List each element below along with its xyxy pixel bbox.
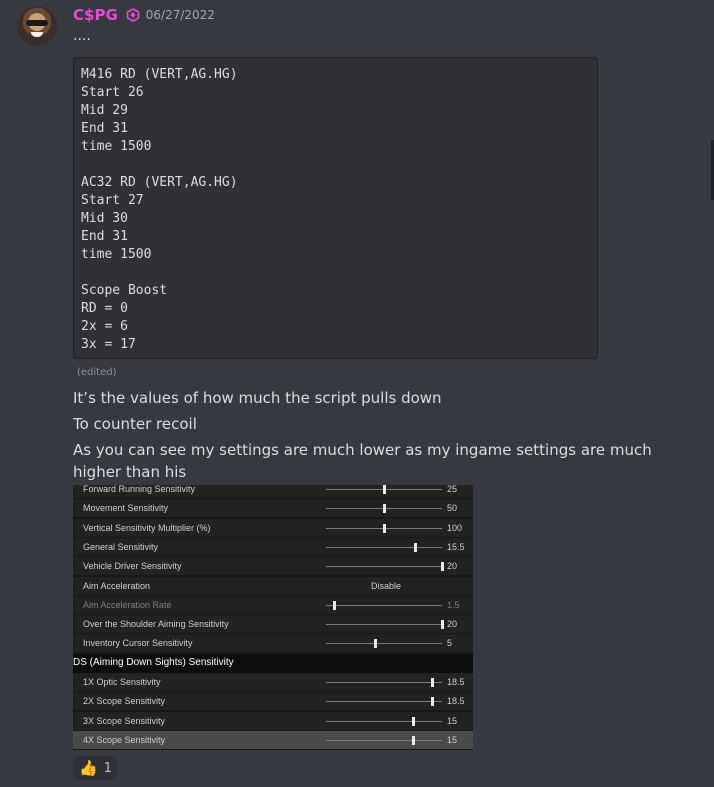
reaction-thumbs-up[interactable]: 👍 1: [73, 756, 117, 780]
message-text: ....: [73, 28, 91, 44]
setting-label: 2X Scope Sensitivity: [83, 696, 166, 707]
avatar[interactable]: [17, 6, 57, 46]
slider-knob: [411, 716, 415, 726]
slider-knob: [382, 485, 386, 494]
code-line: End 31: [81, 229, 128, 244]
settings-row: Vehicle Driver Sensitivity 20: [73, 557, 473, 577]
setting-label: Movement Sensitivity: [83, 503, 169, 514]
code-line: Mid 30: [81, 211, 128, 226]
slider-knob: [440, 620, 444, 630]
slider-track: [326, 643, 442, 645]
setting-label: Aim Acceleration: [83, 580, 151, 591]
setting-label: Vehicle Driver Sensitivity: [83, 561, 182, 572]
slider-track: [326, 604, 442, 606]
code-line: AC32 RD (VERT,AG.HG): [81, 175, 238, 190]
username[interactable]: C$PG: [73, 6, 118, 24]
section-header-label: DS (Aiming Down Sights) Sensitivity: [73, 656, 234, 668]
setting-value: 18.5: [447, 696, 465, 707]
settings-row: General Sensitivity 15.5: [73, 537, 473, 557]
setting-value: 100: [447, 522, 463, 533]
setting-label: Forward Running Sensitivity: [83, 485, 196, 494]
timestamp: 06/27/2022: [145, 8, 215, 22]
slider-track: [326, 701, 442, 703]
slider-knob: [332, 600, 336, 610]
slider-knob: [413, 542, 417, 552]
setting-value: 20: [447, 619, 458, 630]
settings-row: 2X Scope Sensitivity 18.5: [73, 692, 473, 712]
thumbs-up-icon: 👍: [79, 759, 98, 777]
setting-value: 1.5: [447, 599, 460, 610]
settings-row: Vertical Sensitivity Multiplier (%) 100: [73, 518, 473, 538]
slider-knob: [382, 523, 386, 533]
slider-knob: [431, 678, 435, 687]
code-line: End 31: [81, 121, 128, 136]
setting-label: Over the Shoulder Aiming Sensitivity: [83, 619, 229, 630]
code-line: Scope Boost: [81, 283, 168, 298]
settings-row: Over the Shoulder Aiming Sensitivity 20: [73, 615, 473, 635]
slider-track: [326, 739, 442, 741]
settings-row: Forward Running Sensitivity 25: [73, 485, 473, 499]
setting-value: 5: [447, 638, 453, 649]
settings-row: Aim Acceleration Rate 1.5: [73, 595, 473, 615]
slider-knob: [382, 504, 386, 514]
setting-value: 15: [447, 734, 458, 745]
code-line: 3x = 17: [81, 337, 136, 352]
message-text: To counter recoil: [73, 415, 197, 433]
code-line: Start 27: [81, 193, 144, 208]
slider-knob: [440, 562, 444, 572]
settings-row: 4X Scope Sensitivity 15: [73, 730, 473, 750]
avatar-mouth: [31, 32, 43, 37]
settings-row: Inventory Cursor Sensitivity 5: [73, 634, 473, 654]
setting-value: Disable: [371, 580, 402, 591]
settings-row: 1X Optic Sensitivity 18.5: [73, 673, 473, 692]
image-attachment[interactable]: DS (Aiming Down Sights) Sensitivity Forw…: [73, 485, 473, 750]
slider-knob: [431, 697, 435, 707]
setting-value: 50: [447, 503, 458, 514]
setting-label: General Sensitivity: [83, 541, 159, 552]
slider-track: [326, 720, 442, 722]
setting-value: 25: [447, 485, 458, 494]
setting-label: Inventory Cursor Sensitivity: [83, 638, 193, 649]
code-line: Start 26: [81, 85, 144, 100]
code-line: time 1500: [81, 247, 152, 262]
message-text: It’s the values of how much the script p…: [73, 389, 442, 407]
reaction-count: 1: [103, 760, 112, 776]
code-line: 2x = 6: [81, 319, 128, 334]
code-line: M416 RD (VERT,AG.HG): [81, 67, 238, 82]
code-line: time 1500: [81, 139, 152, 154]
setting-label: Aim Acceleration Rate: [83, 599, 172, 610]
code-line: RD = 0: [81, 301, 128, 316]
setting-label: 3X Scope Sensitivity: [83, 715, 166, 726]
settings-section-header: DS (Aiming Down Sights) Sensitivity: [73, 653, 473, 673]
setting-value: 15: [447, 715, 458, 726]
message-text: As you can see my settings are much lowe…: [73, 441, 652, 481]
setting-value: 15.5: [447, 541, 465, 552]
code-block: M416 RD (VERT,AG.HG) Start 26 Mid 29 End…: [73, 57, 598, 359]
setting-value: 18.5: [447, 677, 465, 687]
avatar-glasses: [26, 20, 48, 26]
message-header: C$PG 06/27/2022: [73, 5, 215, 25]
slider-track: [326, 682, 442, 683]
setting-label: 1X Optic Sensitivity: [83, 677, 161, 687]
code-line: Mid 29: [81, 103, 128, 118]
setting-label: 4X Scope Sensitivity: [83, 734, 166, 745]
settings-row: Movement Sensitivity 50: [73, 499, 473, 519]
slider-track: [326, 624, 442, 626]
slider-track: [326, 546, 442, 548]
slider-knob: [411, 735, 415, 745]
setting-label: Vertical Sensitivity Multiplier (%): [83, 522, 211, 533]
edited-label: (edited): [77, 367, 117, 378]
setting-value: 20: [447, 561, 458, 572]
settings-row: Aim Acceleration Disable: [73, 576, 473, 596]
settings-row: 3X Scope Sensitivity 15: [73, 711, 473, 731]
slider-knob: [374, 639, 378, 649]
server-booster-badge-icon[interactable]: [126, 8, 140, 22]
slider-track: [326, 566, 442, 568]
